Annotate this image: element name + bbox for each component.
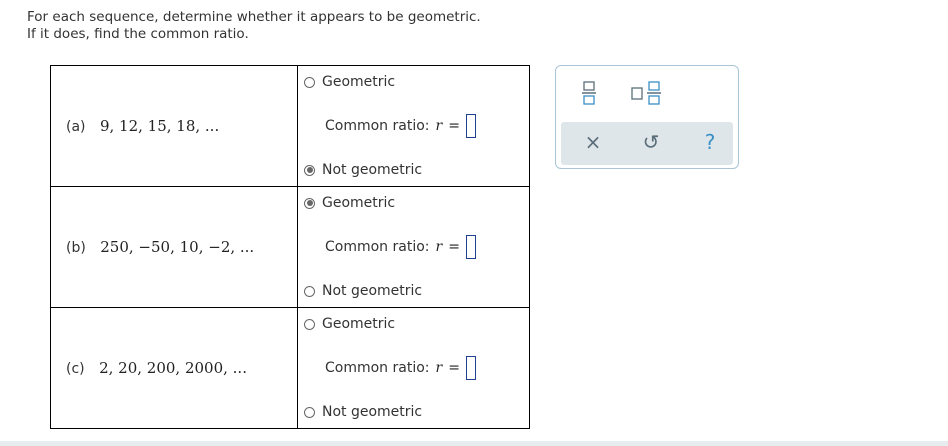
undo-icon[interactable]: ↺: [639, 130, 663, 154]
help-icon[interactable]: ?: [698, 130, 722, 154]
radio-geometric-b[interactable]: Geometric: [304, 195, 529, 211]
radio-label: Geometric: [322, 74, 396, 90]
radio-button[interactable]: [304, 164, 315, 176]
question-row-a: (a) 9, 12, 15, 18, ... Geometric Common …: [50, 65, 530, 187]
ratio-variable: r: [435, 360, 443, 376]
clear-icon[interactable]: ×: [581, 130, 605, 154]
sequence-cell-b: (b) 250, −50, 10, −2, ...: [50, 186, 298, 308]
common-ratio-row-c: Common ratio: r =: [304, 356, 529, 380]
sequence-cell-c: (c) 2, 20, 200, 2000, ...: [50, 307, 298, 429]
radio-not-geometric-b[interactable]: Not geometric: [304, 283, 529, 299]
fraction-icon[interactable]: [580, 80, 598, 106]
sequence-label: (b): [66, 240, 86, 256]
radio-label: Not geometric: [322, 283, 423, 299]
mixed-number-icon[interactable]: [630, 80, 664, 106]
options-cell-c: Geometric Common ratio: r = Not geometri…: [297, 307, 530, 429]
radio-button[interactable]: [304, 285, 315, 297]
common-ratio-label: Common ratio:: [325, 239, 430, 255]
radio-geometric-a[interactable]: Geometric: [304, 74, 529, 90]
sequence-terms: 250, −50, 10, −2, ...: [100, 238, 255, 256]
options-cell-b: Geometric Common ratio: r = Not geometri…: [297, 186, 530, 308]
radio-button[interactable]: [304, 76, 315, 88]
instructions-line-1: For each sequence, determine whether it …: [27, 9, 481, 25]
common-ratio-input-a[interactable]: [465, 114, 476, 138]
radio-label: Not geometric: [322, 162, 423, 178]
sequence-label: (a): [66, 119, 86, 135]
sequence-label: (c): [66, 361, 85, 377]
question-table: (a) 9, 12, 15, 18, ... Geometric Common …: [50, 65, 530, 429]
sequence-terms: 2, 20, 200, 2000, ...: [99, 359, 247, 377]
toolbox-actions: × ↺ ?: [561, 122, 733, 165]
common-ratio-input-c[interactable]: [465, 356, 476, 380]
radio-button[interactable]: [304, 406, 315, 418]
question-row-c: (c) 2, 20, 200, 2000, ... Geometric Comm…: [50, 307, 530, 429]
equals-sign: =: [448, 239, 460, 255]
radio-label: Geometric: [322, 316, 396, 332]
common-ratio-input-b[interactable]: [465, 235, 476, 259]
radio-label: Geometric: [322, 195, 396, 211]
footer-divider: [0, 441, 948, 446]
common-ratio-label: Common ratio:: [325, 360, 430, 376]
radio-not-geometric-a[interactable]: Not geometric: [304, 162, 529, 178]
instructions-line-2: If it does, find the common ratio.: [27, 26, 249, 42]
ratio-variable: r: [435, 118, 443, 134]
radio-geometric-c[interactable]: Geometric: [304, 316, 529, 332]
radio-button[interactable]: [304, 197, 315, 209]
instructions: For each sequence, determine whether it …: [27, 9, 481, 43]
sequence-cell-a: (a) 9, 12, 15, 18, ...: [50, 65, 298, 187]
radio-button[interactable]: [304, 318, 315, 330]
toolbox-templates: [556, 66, 738, 118]
radio-not-geometric-c[interactable]: Not geometric: [304, 404, 529, 420]
math-toolbox: × ↺ ?: [555, 65, 739, 169]
equals-sign: =: [448, 118, 460, 134]
equals-sign: =: [448, 360, 460, 376]
common-ratio-row-a: Common ratio: r =: [304, 114, 529, 138]
question-row-b: (b) 250, −50, 10, −2, ... Geometric Comm…: [50, 186, 530, 308]
common-ratio-row-b: Common ratio: r =: [304, 235, 529, 259]
ratio-variable: r: [435, 239, 443, 255]
page: For each sequence, determine whether it …: [0, 0, 948, 446]
options-cell-a: Geometric Common ratio: r = Not geometri…: [297, 65, 530, 187]
radio-label: Not geometric: [322, 404, 423, 420]
common-ratio-label: Common ratio:: [325, 118, 430, 134]
sequence-terms: 9, 12, 15, 18, ...: [99, 117, 220, 135]
